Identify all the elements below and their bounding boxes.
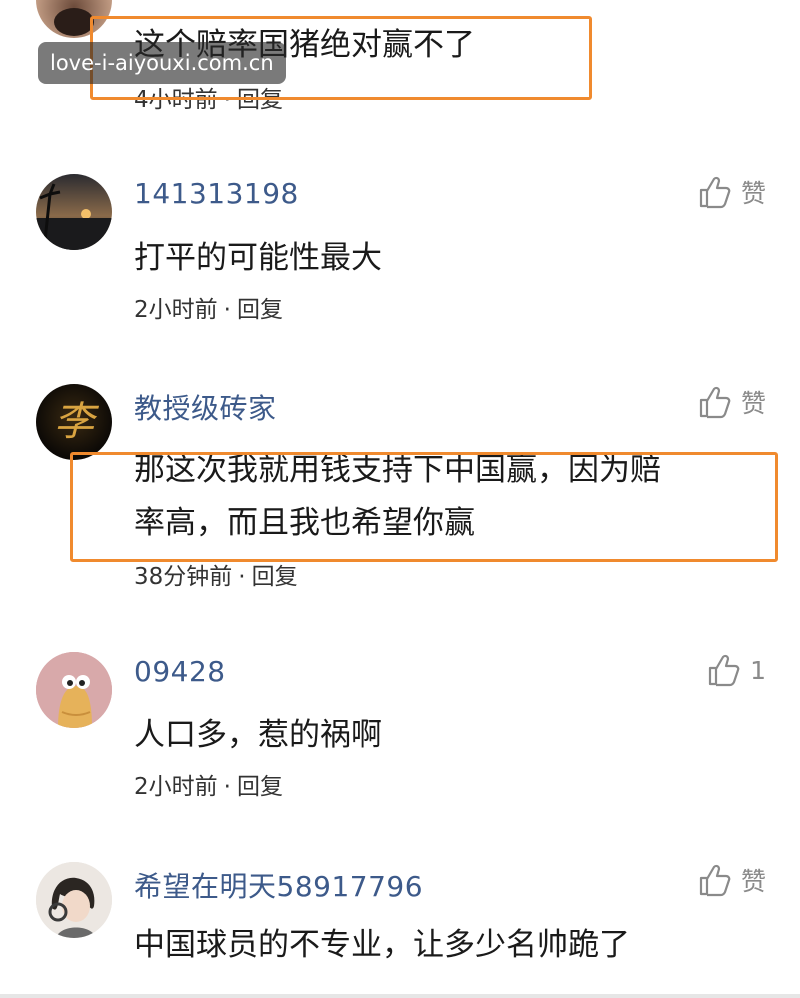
comment-time: 2小时前 (134, 774, 218, 800)
comment-text: 打平的可能性最大 (134, 240, 382, 276)
comment-time: 4小时前 (134, 87, 218, 113)
comment-time: 38分钟前 (134, 564, 233, 590)
thumbs-up-icon (708, 654, 740, 687)
like-button[interactable]: 赞 (697, 862, 766, 898)
comment-meta: 2小时前 · 回复 (134, 767, 283, 801)
thumbs-up-icon (699, 176, 731, 209)
thumbs-up-icon (699, 386, 731, 419)
reply-link[interactable]: 回复 (237, 774, 283, 800)
like-count: 赞 (740, 867, 766, 896)
comment-meta: 4小时前 · 回复 (134, 80, 283, 114)
avatar[interactable] (36, 862, 112, 938)
like-count: 1 (750, 655, 766, 685)
divider (0, 994, 800, 998)
separator-dot: · (223, 774, 231, 800)
avatar[interactable] (36, 0, 112, 38)
separator-dot: · (223, 87, 231, 113)
reply-link[interactable]: 回复 (252, 564, 298, 590)
like-button[interactable]: 赞 (697, 174, 766, 210)
avatar[interactable]: 李 (36, 384, 112, 460)
comment-time: 2小时前 (134, 297, 218, 323)
separator-dot: · (238, 564, 246, 590)
separator-dot: · (223, 297, 231, 323)
like-button[interactable]: 赞 (697, 384, 766, 420)
reply-link[interactable]: 回复 (237, 87, 283, 113)
like-button[interactable]: 1 (706, 652, 766, 688)
username[interactable]: 希望在明天58917796 (134, 865, 423, 905)
reply-link[interactable]: 回复 (237, 297, 283, 323)
avatar[interactable] (36, 652, 112, 728)
comment-text-line: 率高，而且我也希望你赢 (134, 505, 475, 541)
comment-text: 人口多，惹的祸啊 (134, 717, 382, 753)
username[interactable]: 教授级砖家 (134, 387, 277, 427)
avatar[interactable] (36, 174, 112, 250)
like-count: 赞 (740, 389, 766, 418)
username[interactable]: 09428 (134, 655, 226, 688)
comment-text: 中国球员的不专业，让多少名帅跪了 (134, 927, 630, 963)
avatar-calligraphy: 李 (54, 399, 94, 445)
comment-text-line: 那这次我就用钱支持下中国赢，因为赔 (134, 452, 661, 488)
username[interactable]: 141313198 (134, 177, 299, 210)
comment-meta: 2小时前 · 回复 (134, 290, 283, 324)
thumbs-up-icon (699, 864, 731, 897)
comment-meta: 38分钟前 · 回复 (134, 557, 298, 591)
like-count: 赞 (740, 179, 766, 208)
watermark: love-i-aiyouxi.com.cn (38, 42, 286, 84)
